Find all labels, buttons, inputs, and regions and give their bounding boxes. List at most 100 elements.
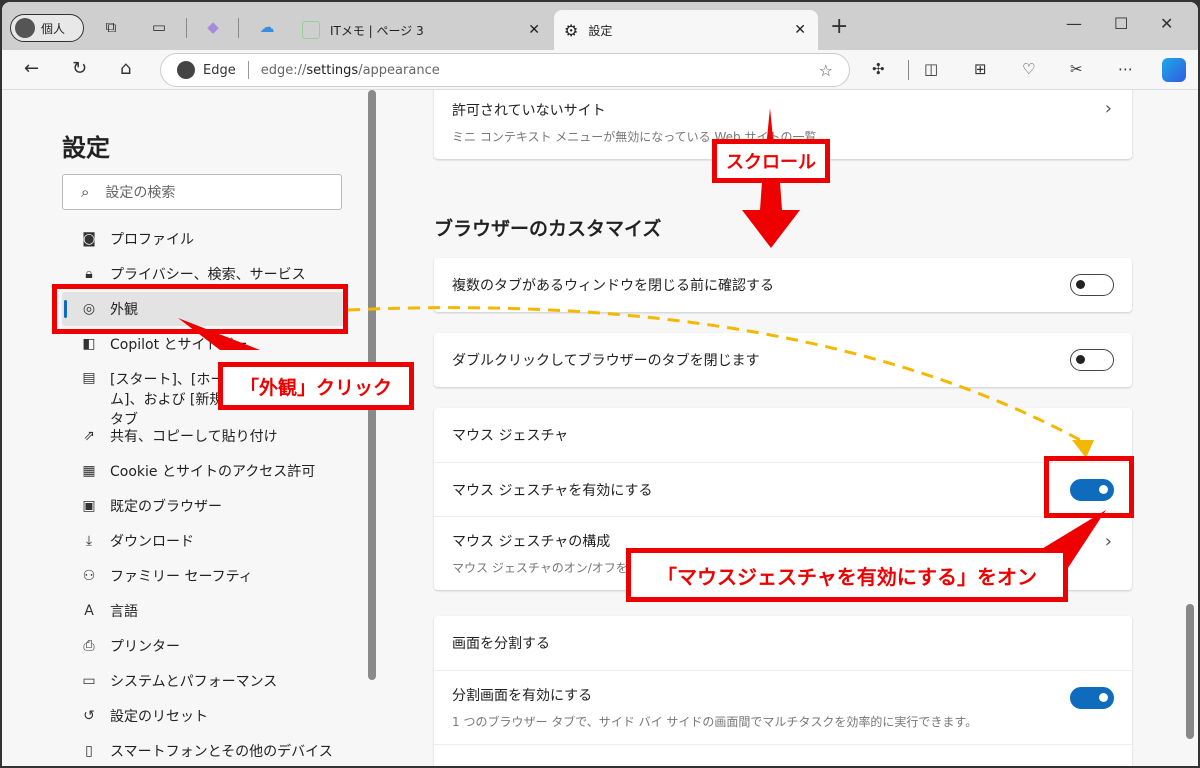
sidebar-item-downloads[interactable]: ⤓ ダウンロード xyxy=(62,524,347,558)
share-icon: ⇗ xyxy=(83,428,95,444)
sidebar-item-reset[interactable]: ↺ 設定のリセット xyxy=(62,699,347,733)
split-screen-icon[interactable]: ◫ xyxy=(924,60,938,78)
close-tab-icon[interactable]: ✕ xyxy=(528,22,540,38)
mouse-gesture-enable-row: マウス ジェスチャを有効にする xyxy=(434,462,1132,516)
copilot-tab-icon[interactable]: ◆ xyxy=(202,16,224,38)
address-bar[interactable]: Edge edge://settings/appearance ☆ xyxy=(160,53,850,87)
search-icon: ⌕ xyxy=(81,183,90,201)
row-title: マウス ジェスチャの構成 xyxy=(452,534,611,550)
sidebar-item-label: 共有、コピーして貼り付け xyxy=(110,429,278,445)
section-title: ブラウザーのカスタマイズ xyxy=(434,218,662,240)
minimize-button[interactable]: — xyxy=(1066,14,1082,33)
sidebar-item-default-browser[interactable]: ▣ 既定のブラウザー xyxy=(62,489,347,523)
tab-actions-icon[interactable]: ▭ xyxy=(148,16,170,38)
sidebar-item-profile[interactable]: ◙ プロファイル xyxy=(62,222,347,256)
gear-icon: ⚙ xyxy=(564,20,579,40)
sidebar-item-label: システムとパフォーマンス xyxy=(110,674,278,690)
tab-label: ITメモ | ページ 3 xyxy=(330,23,424,38)
highlight-toggle xyxy=(1044,456,1134,518)
chevron-right-icon: › xyxy=(1104,531,1112,552)
sidebar-item-cookies[interactable]: ▦ Cookie とサイトのアクセス許可 xyxy=(62,454,347,488)
sidebar-item-label: Cookie とサイトのアクセス許可 xyxy=(110,464,316,480)
workspaces-icon[interactable]: ⧉ xyxy=(100,16,122,38)
tab-itmemo[interactable]: ITメモ | ページ 3 ✕ xyxy=(302,10,552,50)
home-button[interactable]: ⌂ xyxy=(120,58,131,79)
extensions-icon[interactable]: ✣ xyxy=(872,60,885,78)
row-label: 分割画面を有効にする xyxy=(452,688,593,704)
laptop-icon: ▭ xyxy=(82,673,96,689)
sidebar-item-language[interactable]: A 言語 xyxy=(62,594,347,628)
row-label: ダブルクリックしてブラウザーのタブを閉じます xyxy=(452,353,760,369)
sidebar-item-family[interactable]: ⚇ ファミリー セーフティ xyxy=(62,559,347,593)
tab-label: 設定 xyxy=(588,23,613,38)
profile-label: 個人 xyxy=(41,21,66,36)
dblclick-close-toggle[interactable] xyxy=(1070,349,1114,371)
close-window-button[interactable]: ✕ xyxy=(1160,14,1173,33)
settings-content: 許可されていないサイト ミニ コンテキスト メニューが無効になっている Web … xyxy=(382,90,1198,766)
browser-essentials-icon[interactable]: ♡ xyxy=(1022,60,1035,78)
row-desc: 1 つのブラウザー タブで、サイド バイ サイドの画面間でマルチタスクを効率的に… xyxy=(452,715,978,729)
dblclick-close-card: ダブルクリックしてブラウザーのタブを閉じます xyxy=(434,333,1132,387)
avatar-icon xyxy=(15,18,35,38)
group-header: マウス ジェスチャ xyxy=(452,428,569,444)
refresh-button[interactable]: ↻ xyxy=(72,58,87,79)
split-screen-header: 画面を分割する xyxy=(434,616,1132,670)
sidebar-item-phone[interactable]: ▯ スマートフォンとその他のデバイス xyxy=(62,734,347,766)
divider xyxy=(238,18,239,38)
new-tab-button[interactable]: + xyxy=(830,14,848,39)
tab-settings[interactable]: ⚙ 設定 ✕ xyxy=(554,10,818,50)
more-icon[interactable]: ⋯ xyxy=(1118,60,1133,78)
screenshot-icon[interactable]: ✂ xyxy=(1070,60,1083,78)
main-scrollbar[interactable] xyxy=(1186,604,1194,739)
browser-window: 個人 ⧉ ▭ ◆ ☁ ITメモ | ページ 3 ✕ ⚙ 設定 ✕ + — ☐ ✕ ← … xyxy=(2,2,1198,766)
profile-button[interactable]: 個人 xyxy=(10,14,84,42)
sidebar-item-system[interactable]: ▭ システムとパフォーマンス xyxy=(62,664,347,698)
callout-turn-on: 「マウスジェスチャを有効にする」をオン xyxy=(626,548,1068,602)
confirm-close-row: 複数のタブがあるウィンドウを閉じる前に確認する xyxy=(434,258,1132,312)
split-screen-card: 画面を分割する 分割画面を有効にする 1 つのブラウザー タブで、サイド バイ サ… xyxy=(434,616,1132,766)
collections-icon[interactable]: ⊞ xyxy=(974,60,987,78)
group-header: 画面を分割する xyxy=(452,636,550,652)
favorite-star-icon[interactable]: ☆ xyxy=(819,61,833,80)
sidebar-item-label: ダウンロード xyxy=(110,534,194,550)
settings-search-input[interactable]: ⌕ 設定の検索 xyxy=(62,174,342,210)
sidebar-item-share[interactable]: ⇗ 共有、コピーして貼り付け xyxy=(62,419,347,453)
onedrive-icon[interactable]: ☁ xyxy=(256,16,278,38)
settings-sidebar: 設定 ⌕ 設定の検索 ◙ プロファイル 🔒︎ プライバシー、検索、サービス ◎ 外観 ◧… xyxy=(2,90,382,766)
toolbar: ← ↻ ⌂ Edge edge://settings/appearance ☆ … xyxy=(2,50,1198,90)
sidebar-item-label: スマートフォンとその他のデバイス xyxy=(110,744,333,760)
sidebar-item-label: 言語 xyxy=(110,604,138,620)
divider xyxy=(908,60,909,80)
maximize-button[interactable]: ☐ xyxy=(1114,14,1128,33)
back-button[interactable]: ← xyxy=(24,58,39,79)
page-title: 設定 xyxy=(62,134,110,162)
sidebar-icon: ◧ xyxy=(82,336,96,352)
site-favicon xyxy=(302,21,320,39)
family-icon: ⚇ xyxy=(82,568,96,584)
reset-icon: ↺ xyxy=(83,708,95,724)
chevron-right-icon: › xyxy=(1104,98,1112,119)
confirm-close-toggle[interactable] xyxy=(1070,274,1114,296)
sidebar-item-label: Copilot とサイドバー xyxy=(110,337,248,353)
sidebar-item-label: 設定のリセット xyxy=(110,709,208,725)
phone-icon: ▯ xyxy=(85,743,93,759)
row-label: 複数のタブがあるウィンドウを閉じる前に確認する xyxy=(452,278,774,294)
callout-click-appearance: 「外観」クリック xyxy=(218,362,414,410)
cookie-icon: ▦ xyxy=(82,463,96,479)
tab-bar: 個人 ⧉ ▭ ◆ ☁ ITメモ | ページ 3 ✕ ⚙ 設定 ✕ + — ☐ ✕ xyxy=(2,2,1198,50)
split-screen-enable-row: 分割画面を有効にする 1 つのブラウザー タブで、サイド バイ サイドの画面間でマ… xyxy=(434,670,1132,744)
copilot-icon[interactable] xyxy=(1162,58,1186,82)
split-screen-toggle[interactable] xyxy=(1070,687,1114,709)
callout-scroll: スクロール xyxy=(712,139,830,183)
row-label: マウス ジェスチャを有効にする xyxy=(452,482,653,499)
edge-logo-icon xyxy=(177,61,195,79)
sidebar-item-printers[interactable]: ⎙ プリンター xyxy=(62,629,347,663)
sidebar-item-label: プライバシー、検索、サービス xyxy=(110,267,306,283)
close-tab-icon[interactable]: ✕ xyxy=(794,22,806,38)
highlight-appearance xyxy=(52,284,348,334)
printer-icon: ⎙ xyxy=(83,638,95,654)
confirm-close-card: 複数のタブがあるウィンドウを閉じる前に確認する xyxy=(434,258,1132,312)
url-prefix: edge:// xyxy=(260,62,307,78)
start-icon: ▤ xyxy=(82,370,96,386)
lock-icon: 🔒︎ xyxy=(85,266,93,282)
